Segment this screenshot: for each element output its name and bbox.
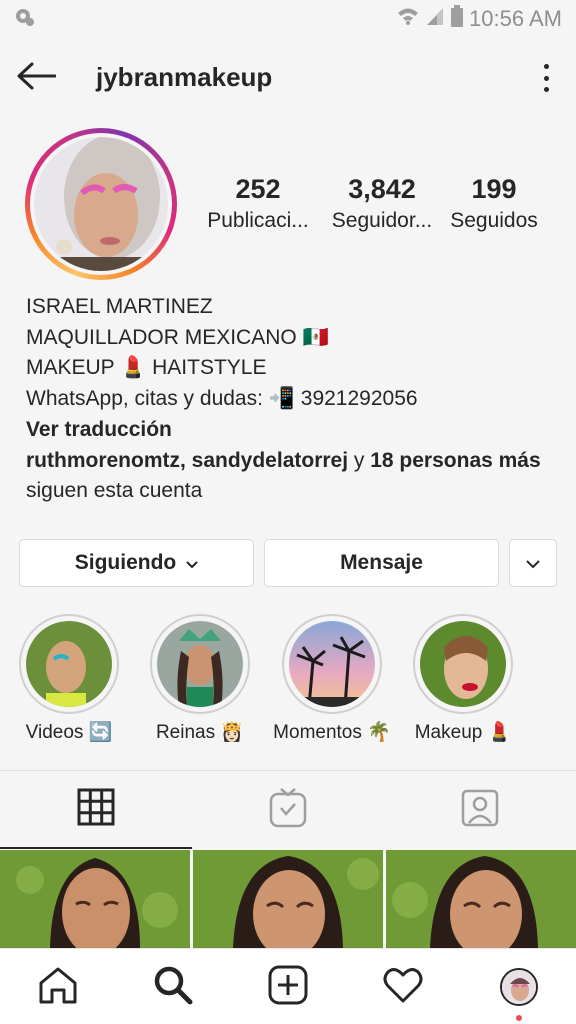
search-icon	[153, 965, 193, 1010]
highlight-cover	[289, 621, 375, 707]
grid-icon	[77, 788, 115, 831]
highlight-momentos[interactable]: Momentos 🌴	[273, 614, 391, 743]
bio-line: MAKEUP 💄 HAITSTYLE	[26, 356, 267, 380]
notification-dot	[516, 1015, 522, 1021]
posts-grid	[0, 850, 576, 948]
nav-activity[interactable]	[345, 949, 460, 1024]
tab-tagged[interactable]	[384, 771, 576, 849]
wifi-icon	[397, 6, 419, 32]
suggested-accounts-button[interactable]	[509, 539, 557, 587]
bio-line: MAQUILLADOR MEXICANO 🇲🇽	[26, 325, 329, 349]
notification-icon	[14, 6, 36, 33]
highlight-cover	[157, 621, 243, 707]
highlight-makeup[interactable]: Makeup 💄	[413, 614, 513, 743]
profile-full-name: ISRAEL MARTINEZ	[26, 295, 213, 318]
post-thumbnail[interactable]	[386, 850, 576, 948]
profile-tabs	[0, 770, 576, 849]
followed-by-line[interactable]: ruthmorenomtz, sandydelatorrej y 18 pers…	[26, 446, 566, 477]
bio-whatsapp-line: WhatsApp, citas y dudas: 📲 3921292056	[26, 387, 418, 411]
nav-search[interactable]	[115, 949, 230, 1024]
more-options-icon	[543, 64, 549, 69]
profile-avatar	[499, 968, 538, 1006]
profile-bio: ISRAEL MARTINEZ MAQUILLADOR MEXICANO 🇲🇽 …	[26, 292, 566, 507]
status-bar: 10:56 AM	[0, 0, 576, 38]
more-options-button[interactable]	[536, 60, 556, 96]
activity-heart-icon	[383, 967, 423, 1008]
profile-username: jybranmakeup	[96, 62, 273, 92]
followed-by-tail: siguen esta cuenta	[26, 479, 203, 503]
highlight-videos[interactable]: Videos 🔄	[19, 614, 119, 743]
highlight-cover	[26, 621, 112, 707]
post-thumbnail[interactable]	[0, 850, 190, 948]
tab-grid[interactable]	[0, 771, 192, 849]
following-count[interactable]: 199 Seguidos	[444, 172, 544, 236]
post-thumbnail[interactable]	[193, 850, 383, 948]
nav-new-post[interactable]	[230, 949, 345, 1024]
battery-icon	[451, 5, 464, 33]
signal-icon	[425, 6, 445, 32]
bottom-navigation	[0, 948, 576, 1024]
chevron-down-icon	[526, 551, 540, 575]
see-translation-link[interactable]: Ver traducción	[26, 415, 566, 446]
back-button[interactable]	[16, 58, 58, 98]
followed-by-users[interactable]: ruthmorenomtz, sandydelatorrej	[26, 449, 348, 472]
new-post-icon	[268, 965, 308, 1010]
back-arrow-icon	[16, 61, 57, 96]
following-button[interactable]: Siguiendo	[19, 539, 254, 587]
tagged-icon	[461, 789, 499, 832]
igtv-icon	[269, 787, 307, 833]
profile-avatar-story-ring[interactable]	[25, 128, 177, 280]
tab-igtv[interactable]	[192, 771, 384, 849]
profile-avatar	[34, 137, 168, 271]
message-button[interactable]: Mensaje	[264, 539, 499, 587]
nav-profile[interactable]	[461, 949, 576, 1024]
profile-stats: 252 Publicaci... 3,842 Seguidor... 199 S…	[196, 172, 566, 242]
nav-home[interactable]	[0, 949, 115, 1024]
profile-header: jybranmakeup	[0, 38, 576, 118]
chevron-down-icon	[186, 551, 198, 575]
posts-count[interactable]: 252 Publicaci...	[196, 172, 320, 236]
highlight-cover	[420, 621, 506, 707]
highlight-reinas[interactable]: Reinas 👸🏻	[150, 614, 250, 743]
followed-by-more[interactable]: 18 personas más	[370, 449, 540, 472]
status-time: 10:56 AM	[469, 6, 562, 31]
home-icon	[38, 966, 78, 1009]
followers-count[interactable]: 3,842 Seguidor...	[320, 172, 444, 236]
